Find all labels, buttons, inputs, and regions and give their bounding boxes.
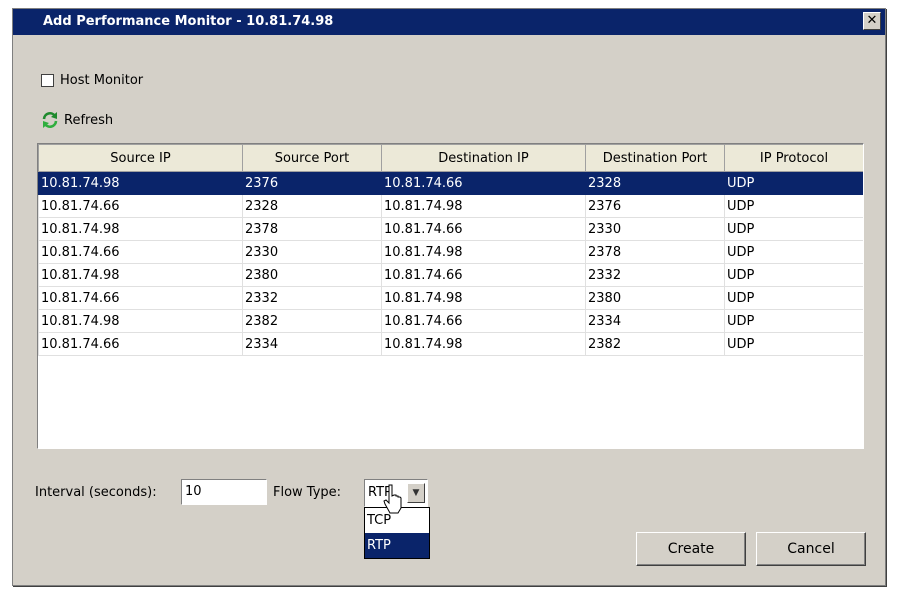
table-row[interactable]: 10.81.74.66 2334 10.81.74.98 2382 UDP <box>38 332 863 356</box>
interval-input[interactable]: 10 <box>181 479 267 505</box>
close-button[interactable]: ✕ <box>863 12 881 30</box>
dialog-title: Add Performance Monitor - 10.81.74.98 <box>43 14 334 29</box>
dropdown-arrow-button[interactable]: ▼ <box>407 483 425 503</box>
cell-ip-protocol: UDP <box>724 286 863 310</box>
host-monitor-checkbox[interactable] <box>41 73 54 87</box>
cell-source-port: 2332 <box>242 286 382 310</box>
cell-source-port: 2330 <box>242 240 382 264</box>
cell-destination-port: 2334 <box>585 309 725 333</box>
cell-ip-protocol: UDP <box>724 332 863 356</box>
cell-destination-ip: 10.81.74.66 <box>381 309 586 333</box>
cell-source-port: 2334 <box>242 332 382 356</box>
cell-source-port: 2376 <box>242 171 382 195</box>
flow-table[interactable]: Source IP Source Port Destination IP Des… <box>37 143 864 449</box>
cell-ip-protocol: UDP <box>724 217 863 241</box>
column-header-destination-ip[interactable]: Destination IP <box>381 144 586 172</box>
column-header-destination-port[interactable]: Destination Port <box>585 144 725 172</box>
table-row[interactable]: 10.81.74.98 2376 10.81.74.66 2328 UDP <box>38 171 863 195</box>
table-row[interactable]: 10.81.74.98 2378 10.81.74.66 2330 UDP <box>38 217 863 241</box>
column-header-source-ip[interactable]: Source IP <box>38 144 243 172</box>
cell-source-ip: 10.81.74.98 <box>38 263 243 287</box>
refresh-button[interactable]: Refresh <box>41 111 113 129</box>
cell-source-ip: 10.81.74.66 <box>38 240 243 264</box>
cell-source-port: 2378 <box>242 217 382 241</box>
close-icon: ✕ <box>866 13 878 28</box>
cell-ip-protocol: UDP <box>724 309 863 333</box>
interval-label: Interval (seconds): <box>35 485 157 500</box>
cell-destination-port: 2332 <box>585 263 725 287</box>
cell-destination-ip: 10.81.74.66 <box>381 263 586 287</box>
table-row[interactable]: 10.81.74.98 2382 10.81.74.66 2334 UDP <box>38 309 863 333</box>
cell-ip-protocol: UDP <box>724 240 863 264</box>
cell-ip-protocol: UDP <box>724 194 863 218</box>
cell-source-ip: 10.81.74.98 <box>38 171 243 195</box>
cell-destination-port: 2380 <box>585 286 725 310</box>
column-header-ip-protocol[interactable]: IP Protocol <box>724 144 863 172</box>
create-button[interactable]: Create <box>636 532 746 566</box>
cell-ip-protocol: UDP <box>724 263 863 287</box>
cell-destination-ip: 10.81.74.66 <box>381 217 586 241</box>
add-performance-monitor-dialog: Add Performance Monitor - 10.81.74.98 ✕ … <box>12 8 886 586</box>
flow-type-option-rtp[interactable]: RTP <box>365 533 429 558</box>
cell-destination-port: 2330 <box>585 217 725 241</box>
table-header: Source IP Source Port Destination IP Des… <box>38 144 863 172</box>
cell-destination-port: 2382 <box>585 332 725 356</box>
cell-source-ip: 10.81.74.66 <box>38 332 243 356</box>
table-row[interactable]: 10.81.74.98 2380 10.81.74.66 2332 UDP <box>38 263 863 287</box>
title-bar[interactable]: Add Performance Monitor - 10.81.74.98 ✕ <box>13 9 885 35</box>
cell-source-port: 2328 <box>242 194 382 218</box>
table-row[interactable]: 10.81.74.66 2330 10.81.74.98 2378 UDP <box>38 240 863 264</box>
host-monitor-option[interactable]: Host Monitor <box>41 71 143 89</box>
cell-source-ip: 10.81.74.98 <box>38 309 243 333</box>
host-monitor-label[interactable]: Host Monitor <box>60 73 143 88</box>
chevron-down-icon[interactable]: ▼ <box>413 488 420 498</box>
cell-destination-ip: 10.81.74.98 <box>381 194 586 218</box>
cell-destination-ip: 10.81.74.98 <box>381 240 586 264</box>
column-header-source-port[interactable]: Source Port <box>242 144 382 172</box>
table-row[interactable]: 10.81.74.66 2332 10.81.74.98 2380 UDP <box>38 286 863 310</box>
cell-destination-port: 2378 <box>585 240 725 264</box>
flow-type-label: Flow Type: <box>273 485 342 500</box>
hand-cursor-icon <box>383 484 402 514</box>
table-row[interactable]: 10.81.74.66 2328 10.81.74.98 2376 UDP <box>38 194 863 218</box>
cancel-button[interactable]: Cancel <box>756 532 866 566</box>
cell-source-ip: 10.81.74.66 <box>38 286 243 310</box>
cell-source-ip: 10.81.74.98 <box>38 217 243 241</box>
refresh-label[interactable]: Refresh <box>64 113 113 128</box>
cell-destination-port: 2376 <box>585 194 725 218</box>
cell-destination-port: 2328 <box>585 171 725 195</box>
cell-source-port: 2382 <box>242 309 382 333</box>
cell-ip-protocol: UDP <box>724 171 863 195</box>
cell-destination-ip: 10.81.74.66 <box>381 171 586 195</box>
refresh-icon[interactable] <box>41 111 59 129</box>
cell-destination-ip: 10.81.74.98 <box>381 332 586 356</box>
cell-destination-ip: 10.81.74.98 <box>381 286 586 310</box>
cell-source-ip: 10.81.74.66 <box>38 194 243 218</box>
cell-source-port: 2380 <box>242 263 382 287</box>
